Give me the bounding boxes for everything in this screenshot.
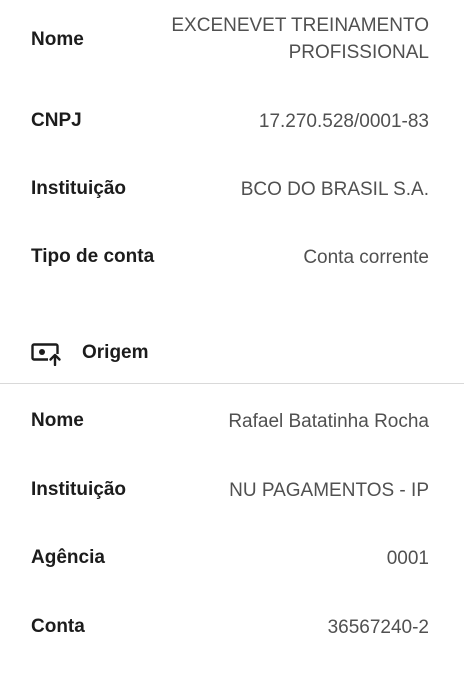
origem-section-header: Origem	[31, 340, 149, 366]
destino-tipo-conta-value: Conta corrente	[303, 247, 429, 268]
origem-nome-row: Nome Rafael Batatinha Rocha	[31, 408, 429, 435]
destino-instituicao-value: BCO DO BRASIL S.A.	[240, 179, 429, 200]
origem-agencia-label: Agência	[31, 547, 105, 568]
origem-nome-value: Rafael Batatinha Rocha	[228, 411, 429, 432]
origem-nome-label: Nome	[31, 410, 84, 431]
section-divider	[0, 383, 464, 384]
origem-conta-value: 36567240-2	[327, 617, 429, 638]
destino-nome-row: Nome EXCENEVET TREINAMENTO PROFISSIONAL	[31, 12, 429, 66]
destino-cnpj-value: 17.270.528/0001-83	[258, 111, 429, 132]
destino-tipo-conta-label: Tipo de conta	[31, 246, 155, 267]
origem-instituicao-value: NU PAGAMENTOS - IP	[229, 480, 429, 501]
destino-instituicao-row: Instituição BCO DO BRASIL S.A.	[31, 176, 429, 203]
origem-conta-label: Conta	[31, 616, 85, 637]
origem-instituicao-row: Instituição NU PAGAMENTOS - IP	[31, 477, 429, 504]
origem-instituicao-label: Instituição	[31, 479, 127, 500]
destino-nome-value-line2: PROFISSIONAL	[288, 42, 429, 63]
origem-conta-row: Conta 36567240-2	[31, 614, 429, 641]
destino-nome-value-line1: EXCENEVET TREINAMENTO	[171, 15, 429, 36]
destino-cnpj-row: CNPJ 17.270.528/0001-83	[31, 108, 429, 135]
origem-section-title: Origem	[82, 342, 149, 363]
destino-tipo-conta-row: Tipo de conta Conta corrente	[31, 244, 429, 271]
origem-agencia-row: Agência 0001	[31, 545, 429, 572]
origem-agencia-value: 0001	[386, 548, 429, 569]
transfer-out-icon	[31, 340, 63, 366]
destino-cnpj-label: CNPJ	[31, 110, 82, 131]
destino-nome-label: Nome	[31, 29, 84, 50]
destino-nome-value: EXCENEVET TREINAMENTO PROFISSIONAL	[171, 12, 429, 66]
destino-instituicao-label: Instituição	[31, 178, 127, 199]
